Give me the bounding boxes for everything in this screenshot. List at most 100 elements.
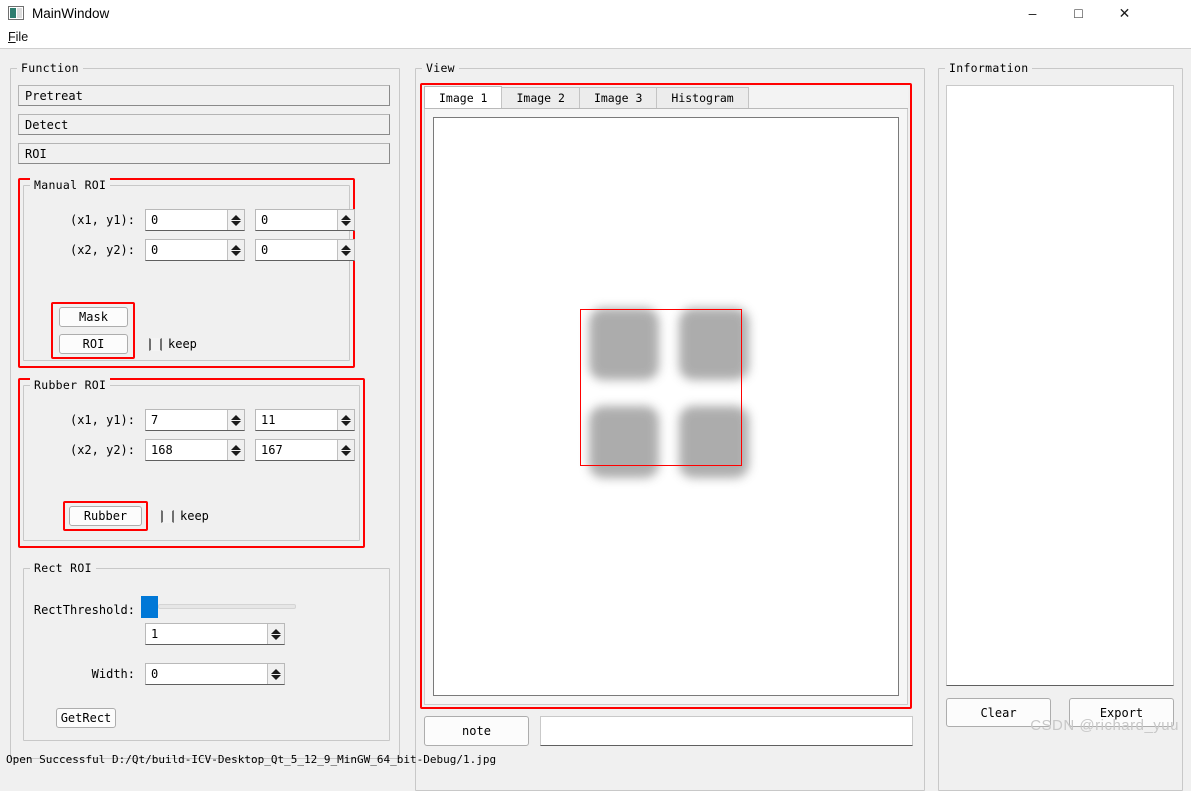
manual-roi-y2-spinbox[interactable]: 0 [255,239,355,261]
rect-threshold-spinbox[interactable]: 1 [145,623,285,645]
roi-rectangle-overlay [580,309,742,466]
view-panel: View Image 1 Image 2 Image 3 Histogram [415,68,925,791]
chevron-down-icon [341,221,351,226]
chevron-down-icon [271,675,281,680]
chevron-up-icon [271,669,281,674]
image-tab-widget: Image 1 Image 2 Image 3 Histogram [424,87,908,705]
chevron-down-icon [231,451,241,456]
rubber-button-label: Rubber [84,509,127,523]
slider-handle[interactable] [141,596,158,618]
rubber-roi-row2-label: (x2, y2): [23,443,135,457]
minimize-button[interactable]: – [1010,0,1055,26]
rubber-roi-group: Rubber ROI (x1, y1): 7 11 (x2, y2): 168 [23,385,360,541]
chevron-up-icon [341,445,351,450]
rubber-button[interactable]: Rubber [69,506,142,526]
tab-histogram-label: Histogram [671,91,733,105]
chevron-down-icon [231,221,241,226]
information-textarea[interactable] [946,85,1174,686]
information-panel-body: Clear Export [938,68,1183,791]
tab-histogram[interactable]: Histogram [656,87,748,108]
rubber-roi-x2-spinbox[interactable]: 168 [145,439,245,461]
rubber-roi-x1-spinbox[interactable]: 7 [145,409,245,431]
rubber-roi-y2-stepper[interactable] [337,440,354,460]
tab-image-1-label: Image 1 [439,91,487,105]
rect-threshold-label: RectThreshold: [23,603,135,617]
slider-groove [158,604,296,609]
menu-item-file-rest: ile [16,30,29,44]
rubber-roi-keep-label: keep [180,509,209,523]
rubber-roi-body: (x1, y1): 7 11 (x2, y2): 168 [23,385,360,541]
mask-button-label: Mask [79,310,108,324]
chevron-up-icon [231,415,241,420]
getrect-button[interactable]: GetRect [56,708,116,728]
function-panel-body: Pretreat Detect ROI Manual ROI (x1, y1):… [10,68,400,759]
rect-threshold-value: 1 [146,624,267,644]
manual-roi-x2-spinbox[interactable]: 0 [145,239,245,261]
rect-threshold-stepper[interactable] [267,624,284,644]
rubber-roi-keep-checkbox[interactable]: keep [161,509,209,523]
tab-page-image-1 [424,109,908,705]
tab-image-2[interactable]: Image 2 [501,87,579,108]
tab-image-3[interactable]: Image 3 [579,87,657,108]
section-header-roi[interactable]: ROI [18,143,390,164]
chevron-down-icon [341,251,351,256]
manual-roi-x1-value: 0 [146,210,227,230]
close-button[interactable]: ✕ [1102,0,1147,26]
title-bar: MainWindow – □ ✕ [0,0,1191,26]
manual-roi-y2-stepper[interactable] [337,240,354,260]
note-input[interactable] [540,716,913,746]
manual-roi-y1-spinbox[interactable]: 0 [255,209,355,231]
rubber-roi-x1-stepper[interactable] [227,410,244,430]
chevron-up-icon [341,415,351,420]
rubber-roi-y2-value: 167 [256,440,337,460]
manual-roi-y1-stepper[interactable] [337,210,354,230]
roi-button[interactable]: ROI [59,334,128,354]
rect-roi-body: RectThreshold: 1 Width: 0 [23,568,390,741]
rubber-roi-x1-value: 7 [146,410,227,430]
rubber-roi-y1-stepper[interactable] [337,410,354,430]
manual-roi-row1-label: (x1, y1): [23,213,135,227]
manual-roi-x2-stepper[interactable] [227,240,244,260]
section-header-pretreat[interactable]: Pretreat [18,85,390,106]
view-panel-body: Image 1 Image 2 Image 3 Histogram [415,68,925,791]
manual-roi-x1-stepper[interactable] [227,210,244,230]
tab-image-1[interactable]: Image 1 [424,86,502,108]
manual-roi-keep-label: keep [168,337,197,351]
rubber-roi-y2-spinbox[interactable]: 167 [255,439,355,461]
window-title: MainWindow [32,6,109,21]
manual-roi-x1-spinbox[interactable]: 0 [145,209,245,231]
image-canvas[interactable] [433,117,899,696]
checkbox-unchecked-icon [149,338,162,351]
rubber-roi-y1-spinbox[interactable]: 11 [255,409,355,431]
function-panel: Function Pretreat Detect ROI Manual ROI … [10,68,400,759]
status-bar-text: Open Successful D:/Qt/build-ICV-Desktop_… [6,753,496,766]
chevron-up-icon [231,445,241,450]
chevron-up-icon [341,215,351,220]
information-panel: Information Clear Export [938,68,1183,791]
section-header-roi-label: ROI [25,147,47,161]
manual-roi-y1-value: 0 [256,210,337,230]
rect-width-stepper[interactable] [267,664,284,684]
rubber-roi-y1-value: 11 [256,410,337,430]
rect-width-spinbox[interactable]: 0 [145,663,285,685]
rubber-roi-x2-stepper[interactable] [227,440,244,460]
manual-roi-row2-label: (x2, y2): [23,243,135,257]
tab-image-2-label: Image 2 [516,91,564,105]
mask-button[interactable]: Mask [59,307,128,327]
menu-item-file[interactable]: File [4,28,32,46]
note-button[interactable]: note [424,716,529,746]
workspace: Function Pretreat Detect ROI Manual ROI … [0,49,1191,752]
section-header-detect[interactable]: Detect [18,114,390,135]
chevron-down-icon [231,421,241,426]
manual-roi-x2-value: 0 [146,240,227,260]
checkbox-unchecked-icon [161,510,174,523]
chevron-down-icon [341,451,351,456]
manual-roi-keep-checkbox[interactable]: keep [149,337,197,351]
menu-item-file-mnemonic: F [8,30,16,44]
chevron-up-icon [231,215,241,220]
rect-width-label: Width: [23,667,135,681]
section-header-detect-label: Detect [25,118,68,132]
tab-image-3-label: Image 3 [594,91,642,105]
rect-threshold-slider[interactable] [141,596,301,618]
maximize-button[interactable]: □ [1056,0,1101,26]
